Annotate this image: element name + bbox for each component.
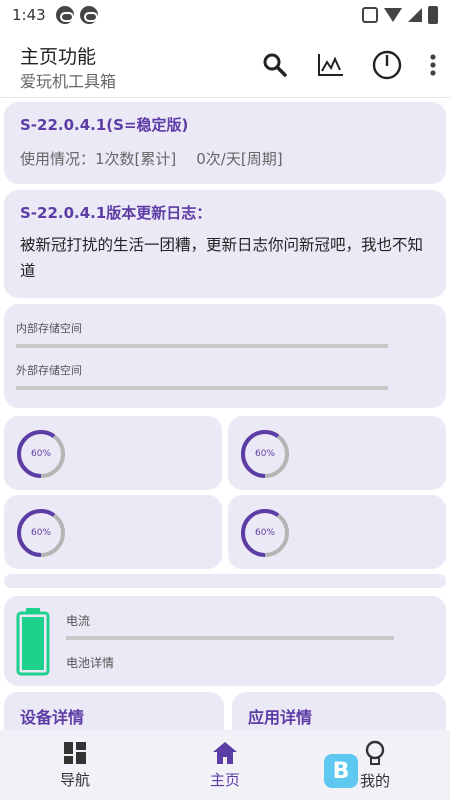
- more-button[interactable]: [426, 48, 440, 82]
- version-card[interactable]: S-22.0.4.1(S=稳定版) 使用情况：1次数[累计] 0次/天[周期]: [4, 102, 446, 184]
- nav-label: 导航: [59, 770, 90, 789]
- current-bar: [66, 636, 394, 640]
- ring-percent-label: 60%: [254, 528, 275, 538]
- app-bar: 主页功能 爱玩机工具箱: [0, 30, 450, 98]
- signal-icon: [408, 8, 422, 22]
- search-button[interactable]: [258, 48, 292, 82]
- battery-icon: [428, 6, 438, 24]
- page-subtitle: 爱玩机工具箱: [20, 72, 117, 91]
- device-detail-title: 设备详情: [20, 708, 85, 727]
- power-icon: [372, 50, 402, 80]
- usage-ring-card[interactable]: 60%: [4, 416, 222, 490]
- changelog-text: 被新冠打扰的生活一团糟，更新日志你问新冠吧，我也不知道: [20, 236, 424, 280]
- lightbulb-icon: [365, 740, 385, 765]
- changelog-card[interactable]: S-22.0.4.1版本更新日志： 被新冠打扰的生活一团糟，更新日志你问新冠吧，…: [4, 190, 446, 298]
- battery-detail-link[interactable]: 电池详情: [66, 654, 114, 671]
- current-label: 电流: [66, 614, 91, 628]
- status-bar: 1:43: [0, 0, 450, 30]
- internal-storage-bar: [16, 344, 388, 348]
- battery-card[interactable]: 电流 电池详情: [4, 596, 446, 686]
- internal-storage-label: 内部存储空间: [16, 322, 82, 335]
- nav-label: 我的: [359, 771, 390, 790]
- external-storage-bar: [16, 386, 388, 390]
- grid-icon: [64, 741, 86, 764]
- app-detail-title: 应用详情: [248, 708, 313, 727]
- watermark-logo: B: [324, 754, 358, 788]
- storage-card[interactable]: 内部存储空间 外部存储空间: [4, 304, 446, 408]
- ring-percent-label: 60%: [30, 528, 51, 538]
- version-title: S-22.0.4.1(S=稳定版): [20, 116, 189, 134]
- bottom-nav: 导航 主页 我的: [0, 730, 450, 800]
- usage-count: 使用情况：1次数[累计]: [20, 150, 177, 168]
- search-icon: [263, 53, 287, 77]
- changelog-title: S-22.0.4.1版本更新日志：: [20, 204, 212, 222]
- battery-level-icon: [16, 608, 50, 676]
- nav-label: 主页: [209, 770, 240, 789]
- page-title: 主页功能: [20, 46, 97, 68]
- monitor-button[interactable]: [314, 48, 348, 82]
- usage-ring-card[interactable]: 60%: [228, 495, 446, 569]
- usage-rate: 0次/天[周期]: [196, 150, 283, 168]
- home-icon: [213, 741, 237, 764]
- wifi-icon: [384, 8, 402, 22]
- ring-percent-label: 60%: [30, 449, 51, 459]
- nav-item-home[interactable]: 主页: [150, 730, 300, 800]
- nav-item-profile[interactable]: 我的: [300, 730, 450, 800]
- link-icon: [79, 6, 98, 24]
- vibrate-icon: [362, 7, 378, 23]
- status-time: 1:43: [12, 6, 46, 24]
- link-icon: [55, 6, 74, 24]
- chart-icon: [318, 54, 343, 76]
- nav-item-navigation[interactable]: 导航: [0, 730, 150, 800]
- usage-ring-card[interactable]: 60%: [228, 416, 446, 490]
- power-button[interactable]: [370, 48, 404, 82]
- ring-percent-label: 60%: [254, 449, 275, 459]
- more-vert-icon: [430, 54, 436, 76]
- external-storage-label: 外部存储空间: [16, 364, 82, 377]
- divider-card: [4, 574, 446, 588]
- usage-ring-card[interactable]: 60%: [4, 495, 222, 569]
